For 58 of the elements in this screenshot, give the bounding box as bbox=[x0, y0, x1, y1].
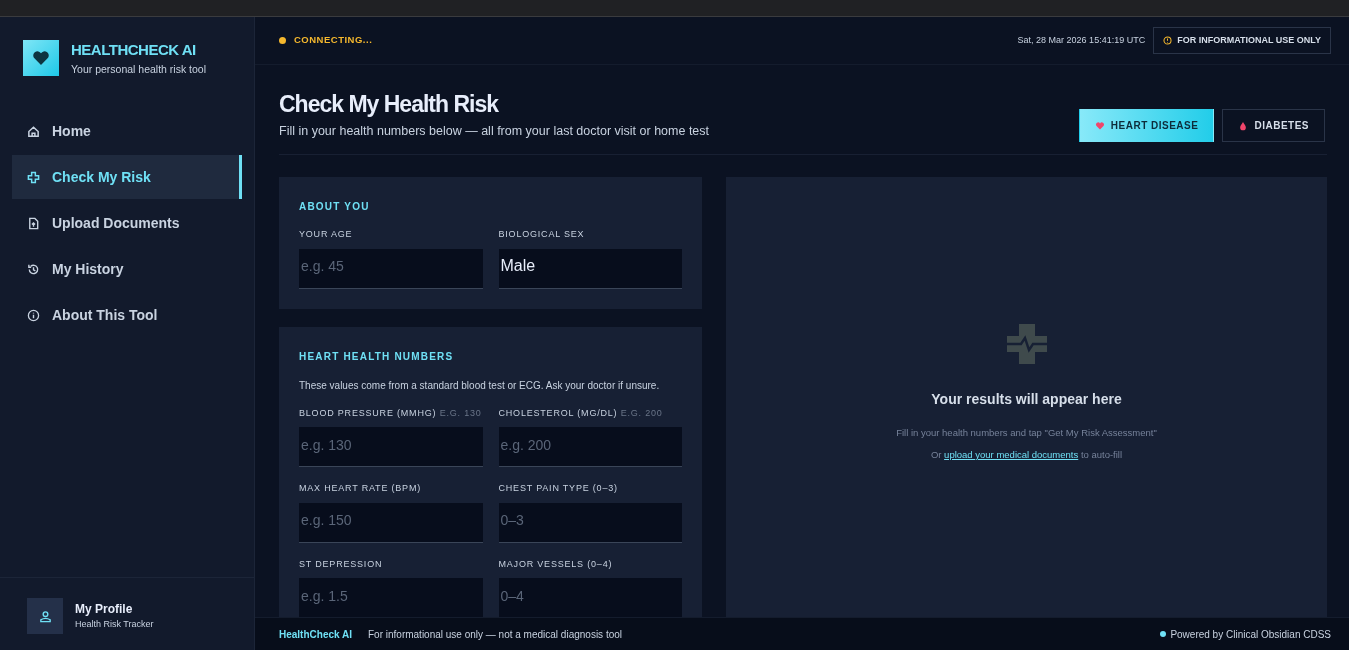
page-subtitle: Fill in your health numbers below — all from your last doctor visit or home test bbox=[279, 122, 710, 140]
brand-title: HEALTHCHECK AI bbox=[71, 40, 197, 60]
drop-icon bbox=[1238, 120, 1249, 131]
sidebar-item[interactable]: About This Tool bbox=[12, 293, 242, 338]
field-label: ST DEPRESSION bbox=[299, 558, 383, 569]
field-label: CHEST PAIN TYPE (0–3) bbox=[498, 483, 618, 494]
field-label: MAX HEART RATE (BPM) bbox=[299, 483, 421, 494]
section-title: ABOUT YOU bbox=[299, 200, 371, 215]
logo-icon bbox=[23, 40, 59, 77]
footer-disclaimer: For informational use only — not a medical diagnosis tool bbox=[368, 627, 622, 642]
input-field[interactable]: 0–3 bbox=[498, 502, 682, 543]
sidebar-item[interactable]: Check My Risk bbox=[12, 155, 242, 200]
sidebar-item[interactable]: Upload Documents bbox=[12, 201, 242, 246]
input-field[interactable]: e.g. 150 bbox=[299, 502, 483, 543]
plus-icon bbox=[27, 170, 40, 184]
heart-icon bbox=[1094, 120, 1105, 131]
profile-name: My Profile bbox=[75, 601, 134, 619]
input-field[interactable]: e.g. 130 bbox=[299, 427, 483, 468]
section-note: These values come from a standard blood test or ECG. Ask your doctor if unsure. bbox=[299, 378, 661, 393]
field-label: CHOLESTEROL (MG/DL) bbox=[498, 407, 618, 418]
results-title: Your results will appear here bbox=[931, 389, 1122, 409]
info-icon bbox=[27, 308, 40, 322]
input-field[interactable]: Male bbox=[498, 248, 682, 289]
sidebar-item[interactable]: Home bbox=[12, 109, 242, 154]
tab[interactable]: HEART DISEASE bbox=[1078, 109, 1215, 143]
avatar-icon bbox=[27, 598, 63, 634]
profile-subtitle: Health Risk Tracker bbox=[75, 618, 154, 632]
upload-prefix: Or bbox=[930, 448, 942, 460]
timestamp: Sat, 28 Mar 2026 15:41:19 UTC bbox=[1017, 33, 1146, 47]
tab[interactable]: DIABETES bbox=[1222, 109, 1325, 143]
input-field[interactable]: e.g. 1.5 bbox=[299, 578, 483, 617]
input-field[interactable]: e.g. 45 bbox=[299, 248, 483, 289]
status-dot bbox=[1160, 631, 1167, 637]
sidebar-item[interactable]: My History bbox=[12, 247, 242, 292]
footer-brand: HealthCheck AI bbox=[279, 627, 352, 642]
field-label: BIOLOGICAL SEX bbox=[498, 229, 585, 240]
brand-subtitle: Your personal health risk tool bbox=[71, 61, 207, 77]
upload-suffix: to auto-fill bbox=[1080, 448, 1123, 460]
field-label: YOUR AGE bbox=[299, 229, 353, 240]
field-hint: E.G. 200 bbox=[620, 407, 663, 418]
home-icon bbox=[27, 124, 40, 138]
input-field[interactable]: 0–4 bbox=[498, 578, 682, 617]
notice-text: FOR INFORMATIONAL USE ONLY bbox=[1177, 33, 1321, 47]
status-dot bbox=[279, 37, 286, 44]
connection-status: CONNECTING... bbox=[294, 33, 373, 48]
info-icon bbox=[1163, 36, 1173, 45]
history-icon bbox=[27, 262, 40, 276]
document-icon bbox=[27, 216, 40, 230]
field-label: MAJOR VESSELS (0–4) bbox=[498, 558, 613, 569]
upload-link[interactable]: upload your medical documents bbox=[944, 448, 1079, 460]
powered-by: Powered by Clinical Obsidian CDSS bbox=[1170, 627, 1331, 642]
medical-cross-icon bbox=[1005, 322, 1048, 365]
section-title: HEART HEALTH NUMBERS bbox=[299, 349, 455, 364]
input-field[interactable]: e.g. 200 bbox=[498, 427, 682, 468]
page-title: Check My Health Risk bbox=[279, 91, 500, 119]
field-label: BLOOD PRESSURE (MMHG) bbox=[299, 407, 437, 418]
results-hint: Fill in your health numbers and tap "Get My Risk Assessment" bbox=[896, 425, 1157, 440]
field-hint: E.G. 130 bbox=[439, 407, 482, 418]
